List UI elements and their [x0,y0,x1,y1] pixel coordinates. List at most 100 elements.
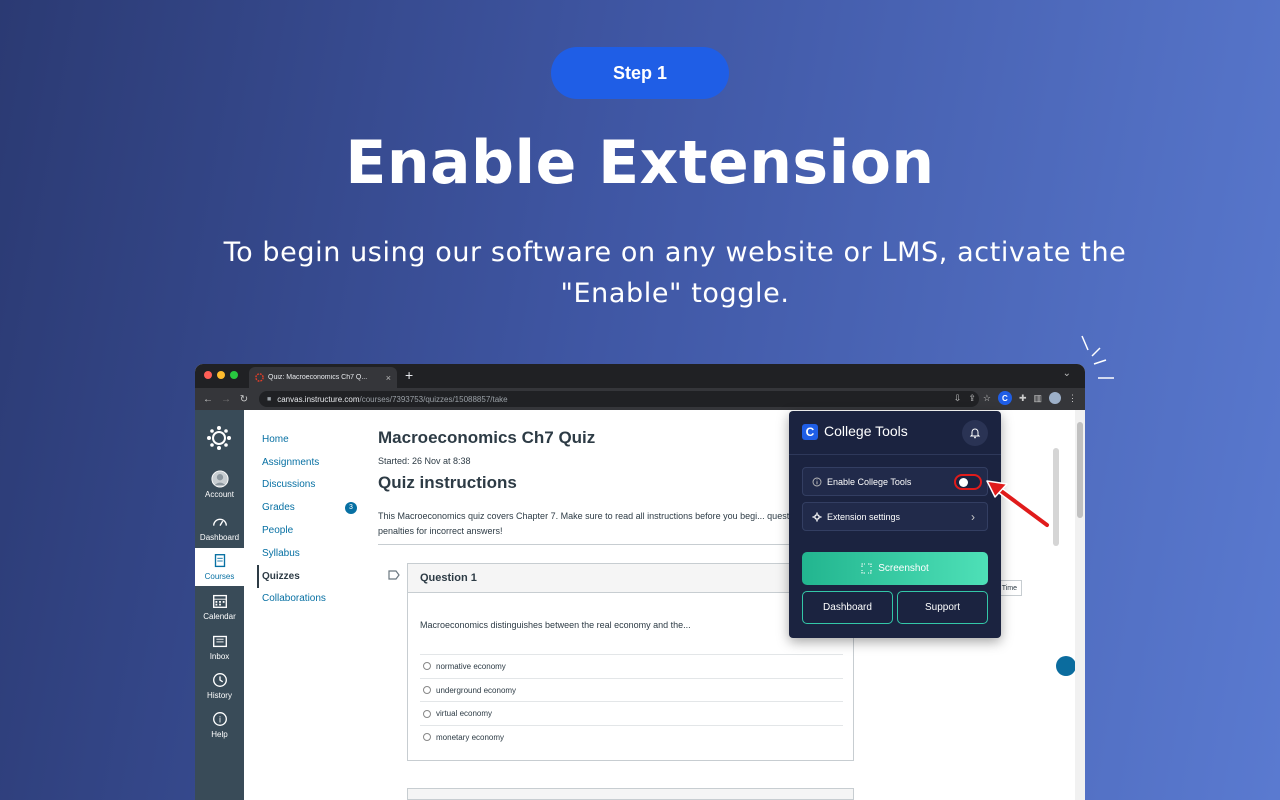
course-nav-discussions[interactable]: Discussions [257,474,377,497]
install-icon[interactable]: ⇩ [954,393,962,404]
enable-label: Enable College Tools [827,476,912,487]
answer-option[interactable]: normative economy [420,654,843,678]
notifications-button[interactable] [962,420,988,446]
radio-button[interactable] [423,662,431,671]
canvas-favicon-icon [255,373,264,382]
maximize-window-dot[interactable] [230,371,238,379]
course-nav-collaborations[interactable]: Collaborations [257,588,377,611]
question-card: Question 1 Macroeconomics distinguishes … [407,563,854,761]
global-nav-calendar[interactable]: Calendar [195,592,244,628]
info-icon [812,477,822,486]
quiz-instructions-text: This Macroeconomics quiz covers Chapter … [378,511,824,536]
radio-button[interactable] [423,709,431,718]
courses-icon [214,554,225,568]
address-bar-row: ← → ↻ ■ canvas.instructure.com/courses/7… [195,388,1085,410]
screenshot-button[interactable]: Screenshot [802,552,988,585]
url-field[interactable]: ■ canvas.instructure.com/courses/7393753… [259,391,979,407]
course-nav-label: Discussions [262,479,316,491]
enable-row: Enable College Tools [802,467,988,496]
gear-icon [812,512,822,521]
tab-bar: Quiz: Macroeconomics Ch7 Q... × + ⌄ [195,364,1085,388]
global-nav-dashboard[interactable]: Dashboard [195,513,244,546]
chevron-right-icon: › [971,510,975,524]
back-icon[interactable]: ← [203,394,213,405]
course-nav-people[interactable]: People [257,519,377,542]
inbox-icon [212,635,227,648]
calendar-icon [212,594,227,608]
lock-icon: ■ [267,395,272,403]
grades-badge: 3 [345,501,357,514]
global-nav-inbox[interactable]: Inbox [195,632,244,668]
support-button[interactable]: Support [897,591,988,624]
quiz-instructions-heading: Quiz instructions [378,473,517,492]
global-nav-help[interactable]: i Help [195,710,244,746]
support-button-label: Support [924,602,961,613]
question-header: Question 1 [408,564,853,593]
answer-option[interactable]: monetary economy [420,725,843,749]
college-tools-extension-icon[interactable]: C [997,391,1012,405]
course-nav: Home Assignments Discussions Grades 3 Peo… [257,428,377,610]
course-nav-label: Collaborations [262,593,326,605]
sidebar-scrollbar[interactable] [1053,448,1059,546]
profile-avatar[interactable] [1049,392,1061,404]
canvas-logo-icon[interactable] [205,424,233,452]
step-badge: Step 1 [551,47,729,99]
course-nav-label: Syllabus [262,547,300,559]
side-panel-icon[interactable]: ▥ [1033,393,1042,404]
history-icon [212,673,227,687]
course-nav-syllabus[interactable]: Syllabus [257,542,377,565]
course-nav-grades[interactable]: Grades 3 [257,496,377,519]
answer-option[interactable]: underground economy [420,677,843,702]
bell-icon [969,428,981,439]
answer-label: monetary economy [436,732,505,742]
course-nav-quizzes[interactable]: Quizzes [257,564,377,588]
step-label: Step 1 [612,62,668,83]
minimize-window-dot[interactable] [217,371,225,379]
screenshot-icon [861,563,872,574]
new-tab-button[interactable]: + [405,367,413,383]
browser-menu-icon[interactable]: ⋮ [1068,393,1077,404]
tab-close-icon[interactable]: × [386,373,391,383]
toggle-knob [959,478,968,487]
scrollbar-thumb[interactable] [1077,422,1083,518]
share-icon[interactable]: ⇪ [968,393,976,404]
course-nav-label: Grades [262,502,295,514]
course-nav-label: Home [262,433,289,445]
page-scrollbar[interactable] [1075,410,1085,800]
floating-help-button[interactable] [1056,656,1076,676]
global-nav-account[interactable]: Account [195,470,244,506]
help-label: Help [211,730,228,739]
tab-title: Quiz: Macroeconomics Ch7 Q... [268,374,368,381]
global-nav-courses[interactable]: Courses [195,548,244,586]
tab-list-chevron-icon[interactable]: ⌄ [1063,368,1071,379]
answer-list: normative economy underground economy vi… [420,654,843,749]
enable-toggle[interactable] [954,474,982,490]
courses-label: Courses [204,572,235,581]
forward-icon[interactable]: → [221,394,231,405]
course-nav-label: Quizzes [262,570,300,582]
radio-button[interactable] [423,733,431,742]
extensions-puzzle-icon[interactable]: ✚ [1019,393,1027,404]
question-flag-icon[interactable] [388,570,400,580]
calendar-label: Calendar [203,612,236,621]
browser-tab[interactable]: Quiz: Macroeconomics Ch7 Q... × [249,367,397,388]
url-host: canvas.instructure.com [277,394,360,404]
answer-label: normative economy [436,661,506,671]
answer-label: underground economy [436,685,517,695]
dashboard-button[interactable]: Dashboard [802,591,893,624]
browser-toolbar: ⇩ ⇪ ☆ C ✚ ▥ ⋮ [954,391,1077,405]
global-nav-history[interactable]: History [195,671,244,707]
question-text: Macroeconomics distinguishes between the… [420,620,691,630]
close-window-dot[interactable] [204,371,212,379]
course-nav-assignments[interactable]: Assignments [257,451,377,474]
bookmark-star-icon[interactable]: ☆ [983,393,991,404]
account-icon [210,470,229,488]
popup-title: College Tools [824,423,908,439]
radio-button[interactable] [423,686,431,695]
reload-icon[interactable]: ↻ [239,394,249,405]
answer-option[interactable]: virtual economy [420,701,843,725]
course-nav-home[interactable]: Home [257,428,377,451]
extension-settings-row[interactable]: Extension settings › [802,502,988,531]
global-nav: Account Dashboard Courses Calendar Inbox… [195,410,244,800]
dashboard-button-label: Dashboard [823,602,872,613]
